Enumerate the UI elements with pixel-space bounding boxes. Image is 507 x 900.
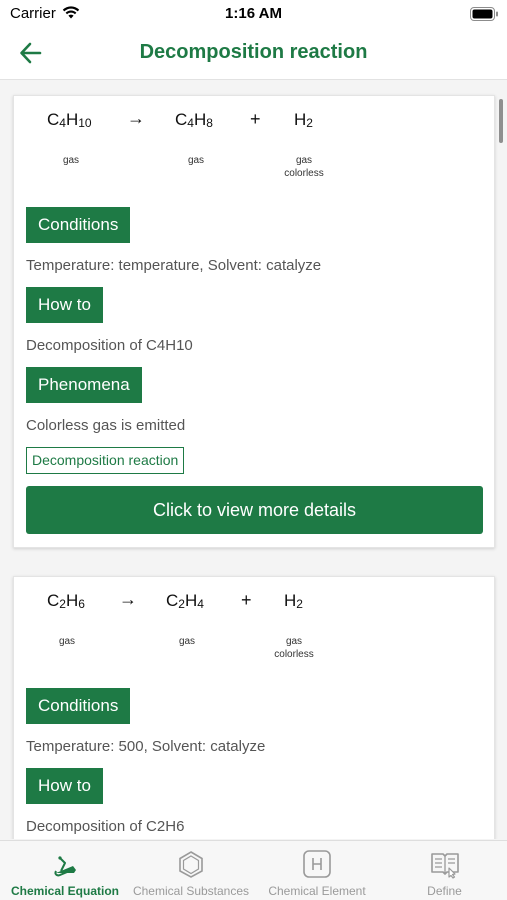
tab-chemical-element[interactable]: Chemical Element: [252, 841, 382, 900]
page-title: Decomposition reaction: [139, 41, 368, 63]
element-h-icon: [303, 850, 331, 878]
product-formula[interactable]: H2: [294, 110, 313, 130]
tab-label: Chemical Equation: [10, 884, 120, 898]
reaction-arrow: →: [119, 589, 137, 609]
product-color: colorless: [284, 168, 324, 179]
battery-icon: [470, 7, 499, 26]
view-details-button[interactable]: Click to view more details: [26, 486, 483, 534]
plus-sign: +: [250, 109, 261, 129]
scrollbar[interactable]: [499, 99, 503, 143]
conditions-label: Conditions: [26, 688, 131, 724]
howto-text: Decomposition of C2H6: [26, 818, 185, 835]
conditions-label: Conditions: [26, 207, 131, 243]
plus-sign: +: [241, 590, 252, 610]
reactant-formula[interactable]: C4H10: [47, 110, 92, 130]
reaction-card: C4H10 → C4H8 + H2 gas gas gas colorless …: [13, 95, 495, 548]
reaction-type-badge[interactable]: Decomposition reaction: [26, 447, 185, 474]
hexagon-icon: [179, 851, 203, 878]
product-formula[interactable]: H2: [284, 591, 303, 611]
product-formula[interactable]: C2H4: [166, 591, 204, 611]
tab-define[interactable]: Define: [382, 841, 507, 900]
status-bar: Carrier 1:16 AM: [0, 0, 507, 28]
tab-label: Define: [427, 884, 462, 898]
product-state: gas: [295, 155, 313, 166]
product-formula[interactable]: C4H8: [175, 110, 213, 130]
howto-text: Decomposition of C4H10: [26, 337, 193, 354]
phenomena-label: Phenomena: [26, 367, 142, 403]
tab-label: Chemical Substances: [132, 884, 250, 898]
tab-bar: Chemical Equation Chemical Substances Ch…: [0, 840, 507, 900]
reactant-formula[interactable]: C2H6: [47, 591, 85, 611]
howto-label: How to: [26, 287, 103, 323]
howto-label: How to: [26, 768, 103, 804]
flask-icon: [54, 856, 76, 877]
reaction-arrow: →: [127, 108, 145, 128]
reactant-state: gas: [58, 636, 76, 647]
conditions-text: Temperature: 500, Solvent: catalyze: [26, 738, 266, 755]
book-icon: [430, 853, 459, 879]
product-state: gas: [285, 636, 303, 647]
product-state: gas: [187, 155, 205, 166]
product-state: gas: [178, 636, 196, 647]
reaction-list[interactable]: C4H10 → C4H8 + H2 gas gas gas colorless …: [0, 81, 507, 839]
status-time: 1:16 AM: [225, 5, 282, 22]
tab-chemical-substances[interactable]: Chemical Substances: [130, 841, 252, 900]
reactant-state: gas: [62, 155, 80, 166]
navigation-header: Decomposition reaction: [0, 28, 507, 80]
tab-chemical-equation[interactable]: Chemical Equation: [0, 841, 130, 900]
conditions-text: Temperature: temperature, Solvent: catal…: [26, 257, 322, 274]
phenomena-text: Colorless gas is emitted: [26, 417, 186, 434]
product-color: colorless: [274, 649, 314, 660]
reaction-card: C2H6 → C2H4 + H2 gas gas gas colorless C…: [13, 576, 495, 839]
tab-label: Chemical Element: [268, 884, 366, 898]
